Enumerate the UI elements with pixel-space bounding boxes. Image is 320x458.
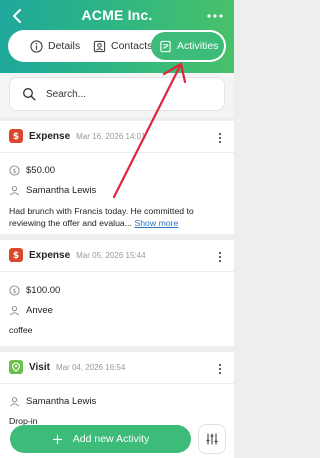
person-icon (10, 306, 19, 316)
expense-icon: $ (9, 248, 23, 262)
tab-activities-label: Activities (177, 40, 219, 52)
tab-details[interactable]: Details (22, 32, 80, 60)
svg-text:$: $ (13, 132, 19, 141)
activity-date: Mar 16, 2026 14:01 (76, 131, 146, 141)
activity-type: Expense (29, 249, 71, 261)
search-placeholder: Search... (46, 88, 87, 100)
divider (0, 271, 234, 272)
search-input[interactable]: Search... (9, 77, 225, 111)
svg-text:$: $ (13, 251, 19, 260)
plus-icon (52, 434, 62, 444)
more-options-icon[interactable] (204, 6, 226, 26)
add-activity-label: Add new Activity (72, 433, 150, 445)
activity-note: coffee (9, 324, 226, 336)
person-icon (10, 186, 19, 196)
tab-contacts-label: Contacts (111, 40, 153, 52)
amount-row: $ $50.00 (9, 165, 55, 176)
kebab-menu-icon[interactable] (218, 362, 222, 375)
sliders-icon (206, 433, 218, 445)
dollar-circle-icon: $ (9, 165, 20, 176)
dollar-circle-icon: $ (9, 285, 20, 296)
search-area: Search... (0, 73, 234, 117)
person-row: Samantha Lewis (9, 396, 96, 407)
page-title: ACME Inc. (81, 7, 153, 23)
person-row: Anvee (9, 305, 53, 316)
activity-type: Expense (29, 130, 71, 142)
person-name: Samantha Lewis (26, 185, 97, 196)
header-bar: ACME Inc. Details Contacts Activities (0, 0, 234, 73)
activity-card[interactable]: $ Expense Mar 05, 2026 15:44 $ $100.00 A… (0, 240, 234, 346)
add-activity-button[interactable]: Add new Activity (10, 425, 191, 453)
amount-value: $50.00 (26, 165, 56, 176)
tab-activities[interactable]: Activities (151, 32, 224, 60)
kebab-menu-icon[interactable] (218, 131, 222, 144)
activity-card[interactable]: $ Expense Mar 16, 2026 14:01 $ $50.00 Sa… (0, 121, 234, 234)
person-row: Samantha Lewis (9, 185, 96, 196)
activity-date: Mar 05, 2026 15:44 (76, 250, 146, 260)
expense-icon: $ (9, 129, 23, 143)
search-icon (23, 88, 36, 101)
tab-contacts[interactable]: Contacts (85, 32, 152, 60)
person-name: Anvee (26, 305, 53, 316)
activity-date: Mar 04, 2026 16:54 (55, 362, 126, 372)
tab-details-label: Details (48, 40, 81, 52)
info-icon (30, 39, 43, 53)
note-text: coffee (9, 325, 33, 335)
activity-note: Had brunch with Francis today. He commit… (9, 205, 226, 229)
contact-card-icon (93, 40, 106, 52)
activity-note-icon (160, 40, 171, 52)
tab-bar: Details Contacts Activities (8, 30, 226, 62)
svg-text:$: $ (12, 287, 16, 295)
amount-row: $ $100.00 (9, 285, 60, 296)
divider (0, 152, 234, 153)
filter-button[interactable] (198, 424, 226, 454)
kebab-menu-icon[interactable] (218, 250, 222, 263)
location-pin-icon (9, 360, 23, 374)
show-more-link[interactable]: Show more (134, 218, 178, 228)
person-name: Samantha Lewis (26, 396, 97, 407)
svg-text:$: $ (12, 167, 16, 175)
activity-type: Visit (29, 361, 50, 373)
person-icon (10, 397, 19, 407)
divider (0, 383, 234, 384)
amount-value: $100.00 (26, 285, 61, 296)
